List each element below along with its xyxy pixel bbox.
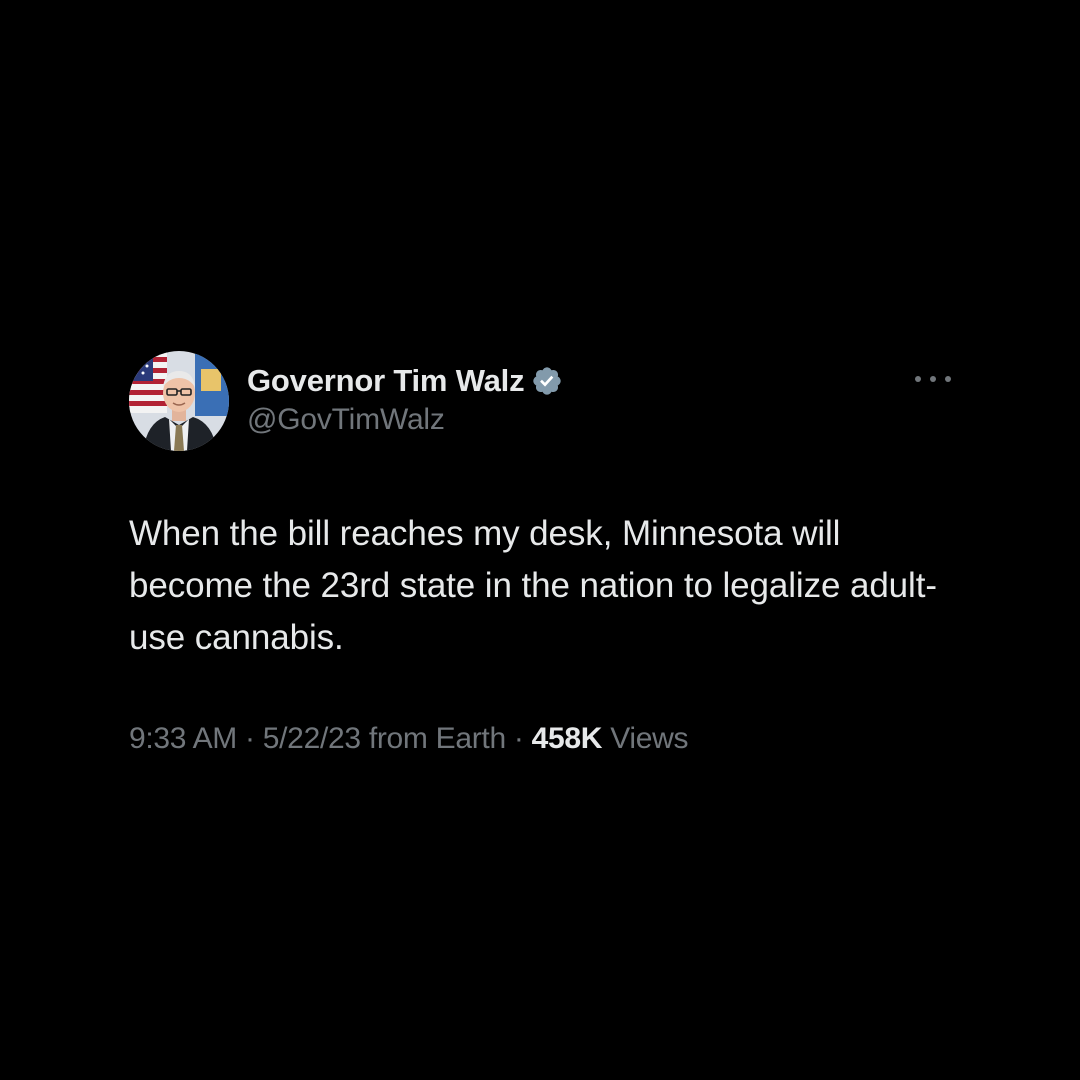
- more-options-icon[interactable]: [915, 371, 951, 387]
- meta-separator: ·: [245, 722, 255, 755]
- views-label: Views: [610, 722, 689, 755]
- tweet-text: When the bill reaches my desk, Minnesota…: [129, 514, 937, 657]
- avatar[interactable]: [129, 351, 229, 451]
- tweet-meta: 9:33 AM · 5/22/23 from Earth · 458K View…: [129, 722, 951, 756]
- tweet-source: from Earth: [368, 722, 506, 755]
- more-dot: [915, 376, 921, 382]
- verified-badge-icon[interactable]: [531, 365, 563, 397]
- display-name-row: Governor Tim Walz: [247, 361, 563, 401]
- tweet-card: Governor Tim Walz @GovTimWalz When the b…: [129, 351, 951, 756]
- tweet-time[interactable]: 9:33 AM: [129, 722, 237, 755]
- author-handle[interactable]: @GovTimWalz: [247, 403, 563, 437]
- more-dot: [930, 376, 936, 382]
- avatar-photo-icon: [129, 351, 229, 451]
- meta-separator: ·: [513, 722, 524, 755]
- display-name[interactable]: Governor Tim Walz: [247, 363, 525, 399]
- views-count[interactable]: 458K: [532, 722, 603, 755]
- tweet-date[interactable]: 5/22/23: [263, 722, 361, 755]
- author-names: Governor Tim Walz @GovTimWalz: [247, 361, 563, 437]
- tweet-header: Governor Tim Walz @GovTimWalz: [129, 351, 951, 451]
- more-dot: [945, 376, 951, 382]
